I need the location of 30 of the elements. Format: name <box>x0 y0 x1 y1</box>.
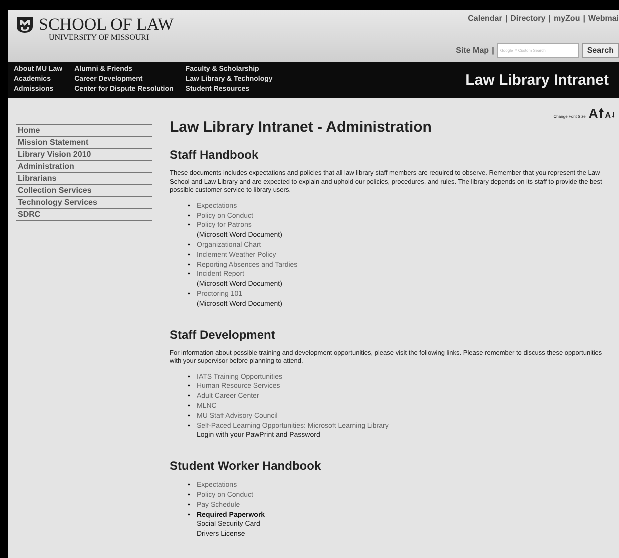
sidebar-item[interactable]: Technology Services <box>16 197 152 210</box>
up-arrow-icon <box>599 108 604 118</box>
sidebar-item[interactable]: Library Vision 2010 <box>16 149 152 162</box>
sidebar-item[interactable]: Librarians <box>16 173 152 186</box>
separator: | <box>505 14 508 23</box>
separator: | <box>492 46 494 56</box>
sidebar-item[interactable]: Home <box>16 125 152 138</box>
shield-logo-icon <box>16 16 34 34</box>
logo-subtitle: UNIVERSITY OF MISSOURI <box>48 33 150 42</box>
down-arrow-icon <box>612 112 615 118</box>
sidebar-item[interactable]: Administration <box>16 161 152 174</box>
section-heading: Student Worker Handbook <box>170 459 322 474</box>
smaller-font-button[interactable]: A <box>605 111 611 120</box>
header-link[interactable]: Directory <box>510 14 546 23</box>
site-title: Law Library Intranet <box>466 72 610 89</box>
page-title: Law Library Intranet - Administration <box>170 119 433 136</box>
separator: | <box>583 14 586 23</box>
sidebar-item[interactable]: Mission Statement <box>16 137 152 150</box>
sidebar-item[interactable]: Collection Services <box>16 185 152 198</box>
logo-title: SCHOOL OF LAW <box>39 16 174 33</box>
search-button[interactable]: Search <box>582 43 619 58</box>
site-map-link[interactable]: Site Map <box>456 46 490 56</box>
header-link[interactable]: Webmai <box>588 14 619 23</box>
sidebar-item[interactable]: SDRC <box>16 209 152 222</box>
header-link[interactable]: Calendar <box>468 14 502 23</box>
section-heading: Staff Development <box>170 328 276 342</box>
larger-font-button[interactable]: A <box>588 106 598 122</box>
header-link[interactable]: myZou <box>554 14 580 23</box>
section-heading: Staff Handbook <box>170 148 260 162</box>
separator: | <box>548 14 551 23</box>
